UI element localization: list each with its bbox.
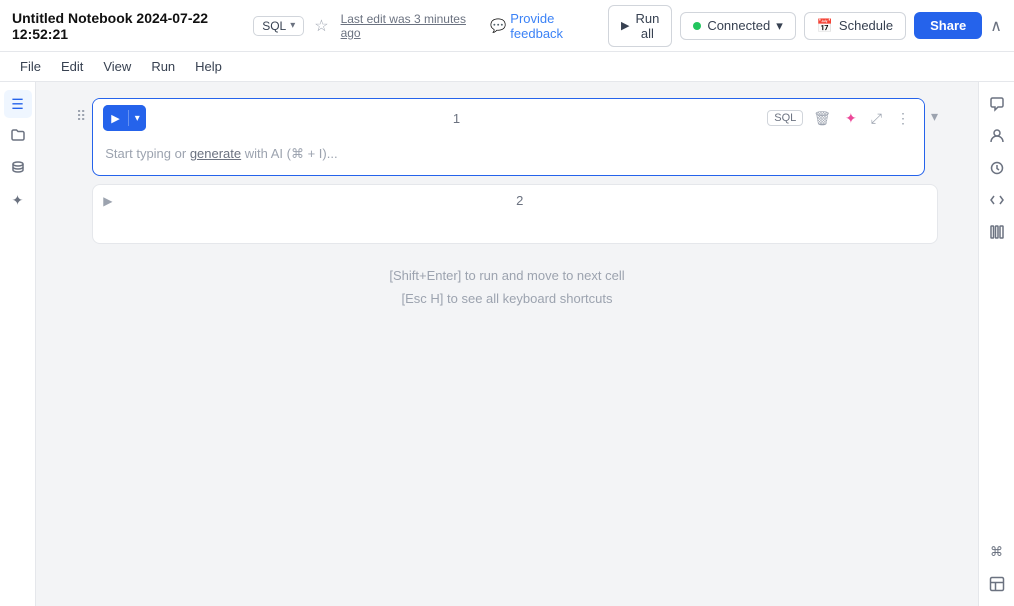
right-sidebar-library[interactable] [983, 218, 1011, 246]
sidebar-item-folder[interactable] [4, 122, 32, 150]
last-edit-label: Last edit was 3 minutes ago [341, 12, 477, 40]
run-all-label: Run all [635, 11, 659, 41]
feedback-label: Provide feedback [510, 11, 600, 41]
title-bar: Untitled Notebook 2024-07-22 12:52:21 SQ… [0, 0, 1014, 52]
cell-1-collapse-icon[interactable]: ▾ [931, 98, 938, 125]
main-layout: ☰ ✦ ⠿ ▶ ▾ [0, 82, 1014, 606]
hint-line-1: [Shift+Enter] to run and move to next ce… [76, 264, 938, 287]
cell-1-header: ▶ ▾ 1 SQL 🗑 ✦ ⤢ ⋮ [93, 99, 924, 137]
connected-status-dot [693, 22, 701, 30]
sql-label: SQL [262, 19, 286, 33]
cell-drag-handle-1[interactable]: ⠿ [76, 98, 86, 125]
star-icon[interactable]: ☆ [314, 16, 328, 36]
share-label: Share [930, 18, 966, 33]
cell-1[interactable]: ▶ ▾ 1 SQL 🗑 ✦ ⤢ ⋮ Start typing or genera… [92, 98, 925, 176]
run-all-play-icon: ▶ [621, 19, 629, 32]
hints-area: [Shift+Enter] to run and move to next ce… [76, 264, 938, 311]
history-icon [989, 160, 1005, 176]
cell-wrapper-2: ⠿ ▶ 2 [76, 184, 938, 244]
library-icon [989, 224, 1005, 240]
cell-1-expand-icon[interactable]: ⤢ [867, 108, 886, 129]
user-icon [989, 128, 1005, 144]
comment-icon [989, 96, 1005, 112]
right-sidebar-layout[interactable] [983, 570, 1011, 598]
cell-1-delete-icon[interactable]: 🗑 [809, 108, 835, 129]
menu-view[interactable]: View [95, 57, 139, 76]
feedback-button[interactable]: 💬 Provide feedback [490, 11, 600, 41]
left-sidebar: ☰ ✦ [0, 82, 36, 606]
sql-chevron: ▾ [290, 20, 295, 31]
generate-link[interactable]: generate [190, 146, 241, 161]
schedule-calendar-icon: 📅 [817, 18, 833, 34]
cell-1-sql-badge: SQL [767, 110, 803, 126]
notebook-area: ⠿ ▶ ▾ 1 SQL 🗑 ✦ ⤢ ⋮ Sta [36, 82, 978, 606]
right-sidebar-comment[interactable] [983, 90, 1011, 118]
run-button-group-1[interactable]: ▶ ▾ [103, 105, 146, 131]
run-all-button[interactable]: ▶ Run all [608, 5, 672, 47]
share-button[interactable]: Share [914, 12, 982, 39]
menu-run[interactable]: Run [143, 57, 183, 76]
schedule-button[interactable]: 📅 Schedule [804, 12, 906, 40]
cell-1-placeholder: Start typing or generate with AI (⌘ + I)… [105, 146, 337, 161]
connected-chevron: ▾ [776, 18, 783, 34]
run-cell-1-dropdown[interactable]: ▾ [129, 105, 146, 131]
connected-label: Connected [707, 18, 770, 33]
sidebar-item-notebook[interactable]: ☰ [4, 90, 32, 118]
notebook-title: Untitled Notebook 2024-07-22 12:52:21 [12, 10, 245, 42]
right-sidebar-bottom: ⌘ [983, 538, 1011, 598]
sparkle-sidebar-icon: ✦ [12, 192, 24, 209]
code-icon [989, 192, 1005, 208]
menu-file[interactable]: File [12, 57, 49, 76]
cell-1-number: 1 [152, 111, 761, 126]
sidebar-item-sparkle[interactable]: ✦ [4, 186, 32, 214]
database-sidebar-icon [10, 159, 26, 178]
right-sidebar-keyboard[interactable]: ⌘ [983, 538, 1011, 566]
layout-icon [989, 576, 1005, 592]
hint-line-2: [Esc H] to see all keyboard shortcuts [76, 287, 938, 310]
collapse-button[interactable]: ∧ [990, 16, 1002, 36]
right-sidebar-code[interactable] [983, 186, 1011, 214]
right-sidebar-user[interactable] [983, 122, 1011, 150]
cell-2-play-icon[interactable]: ▶ [103, 194, 112, 208]
folder-sidebar-icon [10, 127, 26, 146]
sql-badge[interactable]: SQL ▾ [253, 16, 304, 36]
cell-1-more-icon[interactable]: ⋮ [892, 108, 914, 129]
collapse-icon: ∧ [990, 18, 1002, 35]
menu-bar: File Edit View Run Help [0, 52, 1014, 82]
cell-2-number: 2 [113, 193, 928, 208]
keyboard-shortcut-icon: ⌘ [990, 544, 1003, 560]
right-sidebar: ⌘ [978, 82, 1014, 606]
cell-wrapper-1: ⠿ ▶ ▾ 1 SQL 🗑 ✦ ⤢ ⋮ Sta [76, 98, 938, 176]
menu-help[interactable]: Help [187, 57, 230, 76]
menu-edit[interactable]: Edit [53, 57, 91, 76]
connected-button[interactable]: Connected ▾ [680, 12, 795, 40]
toolbar-right: ▶ Run all Connected ▾ 📅 Schedule Share ∧ [608, 5, 1002, 47]
right-sidebar-history[interactable] [983, 154, 1011, 182]
cell-2-header: ▶ 2 [93, 185, 937, 216]
sidebar-item-database[interactable] [4, 154, 32, 182]
cell-1-sparkle-icon[interactable]: ✦ [841, 108, 861, 129]
cell-1-body[interactable]: Start typing or generate with AI (⌘ + I)… [93, 137, 924, 175]
run-cell-1-button[interactable]: ▶ [103, 105, 127, 131]
cell-2[interactable]: ▶ 2 [92, 184, 938, 244]
notebook-sidebar-icon: ☰ [11, 96, 24, 113]
feedback-icon: 💬 [490, 18, 506, 34]
schedule-label: Schedule [839, 18, 893, 33]
